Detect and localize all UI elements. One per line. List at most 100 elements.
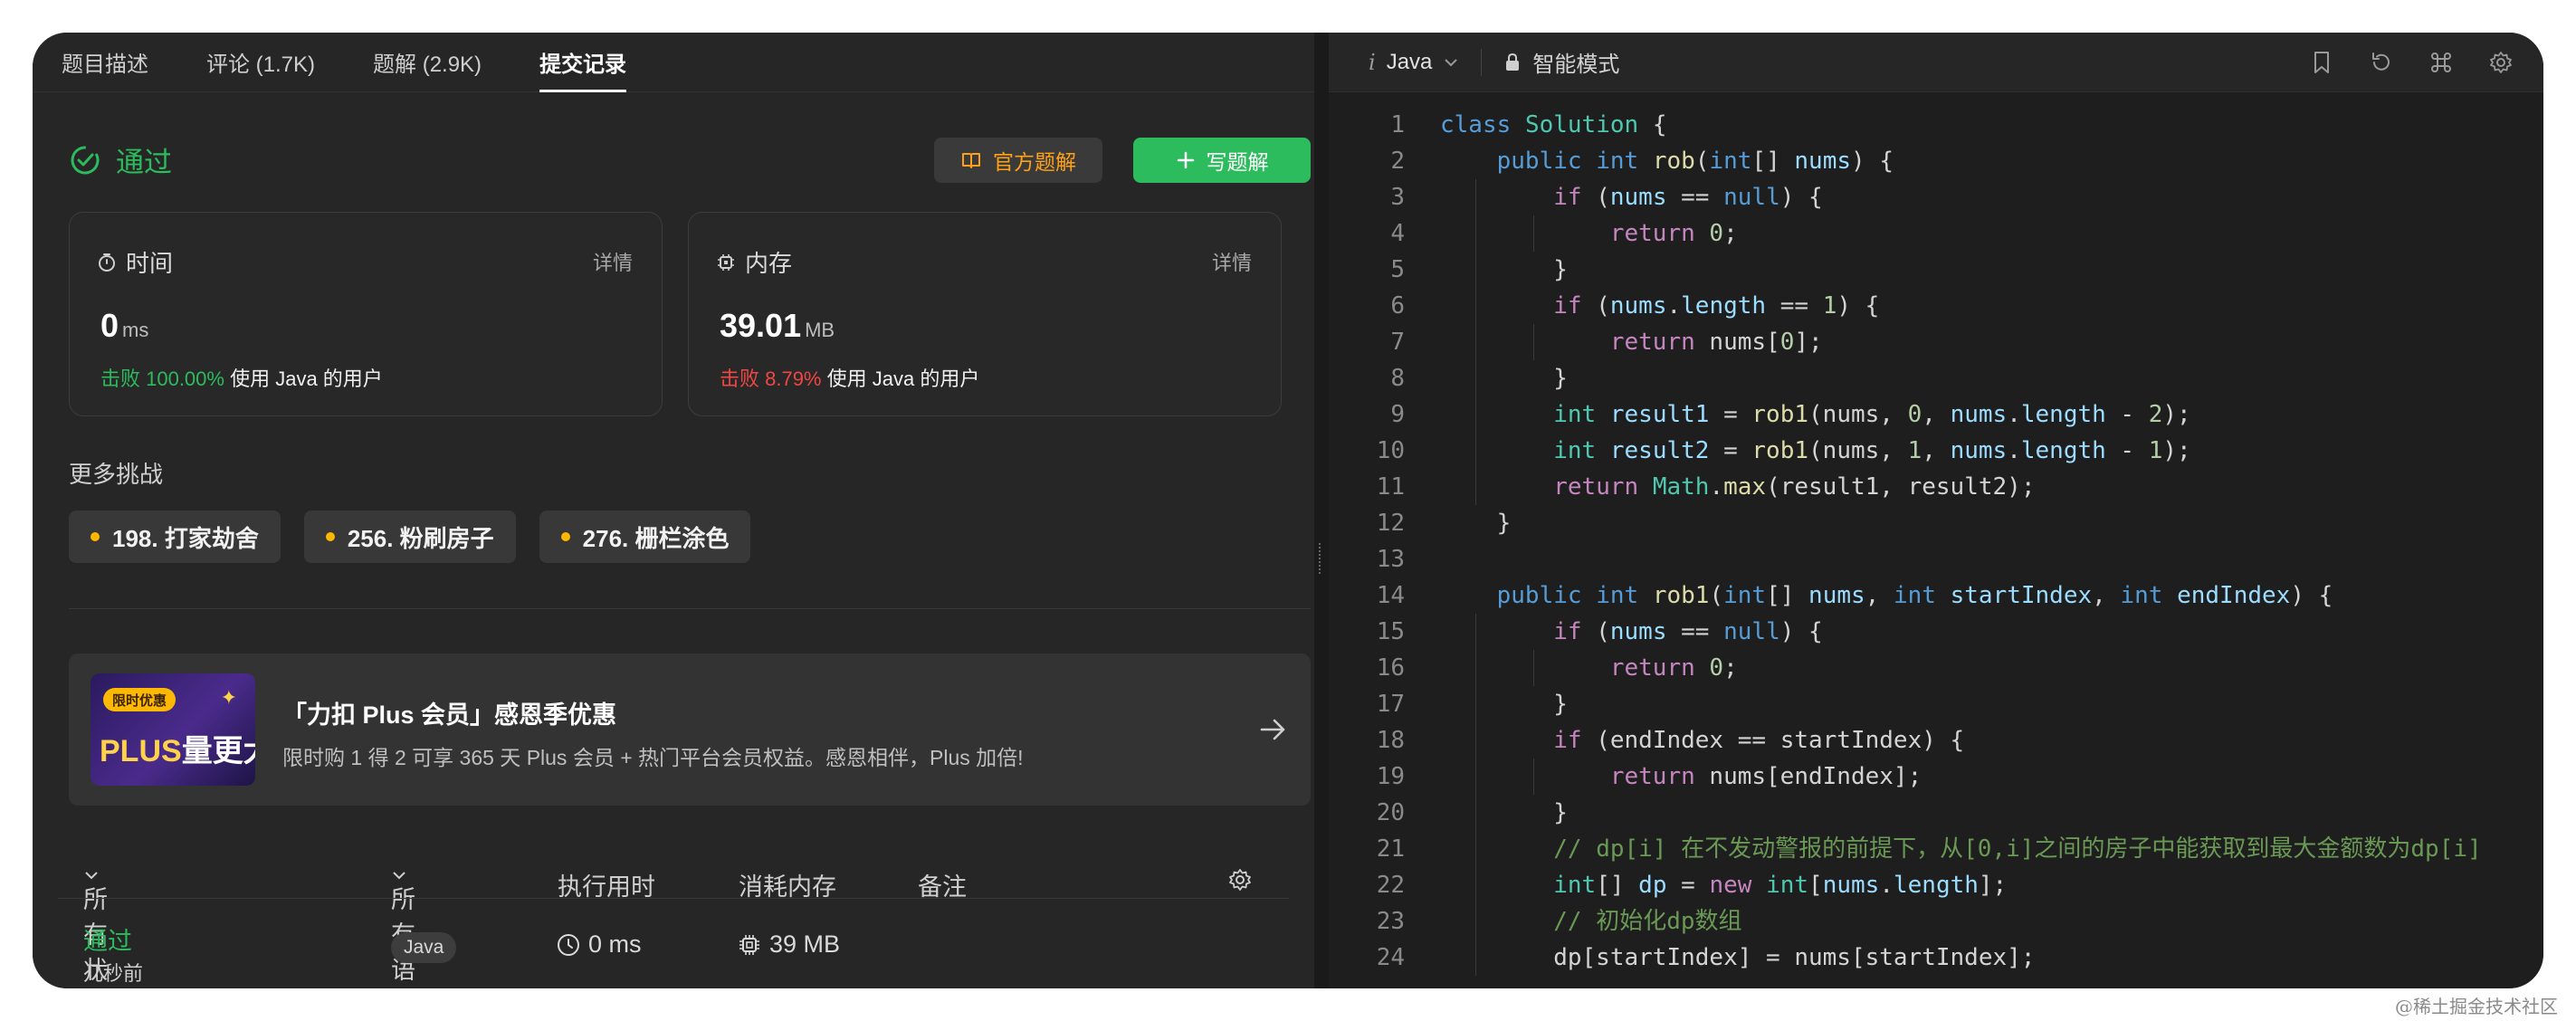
section-divider (69, 608, 1311, 609)
runtime-detail-link[interactable]: 详情 (593, 247, 633, 276)
promo-title: 「力扣 Plus 会员」感恩季优惠 (282, 701, 617, 729)
memory-card-header: 内存 (716, 245, 792, 279)
bookmark-icon[interactable] (2308, 49, 2335, 76)
challenge-chip[interactable]: 198. 打家劫舍 (69, 510, 281, 563)
runtime-card: 时间 详情 0 ms 击败 100.00% 使用 Java 的用户 (69, 212, 663, 416)
tab-comments[interactable]: 评论 (1.7K) (206, 33, 315, 92)
stopwatch-icon (99, 253, 115, 272)
row-status[interactable]: 通过 (83, 921, 132, 957)
challenge-chip-label: 256. 粉刷房子 (347, 524, 494, 552)
info-icon: i (1369, 49, 1376, 75)
language-filter[interactable]: 所有语言 (391, 867, 415, 984)
code-line: 15 if (nums == null) { (1329, 614, 2543, 650)
official-solution-label: 官方题解 (993, 150, 1076, 174)
code-line: 17 } (1329, 686, 2543, 722)
code-line: 1 class Solution { (1390, 111, 1667, 138)
row-runtime: 0 ms (556, 930, 642, 959)
smart-mode-toggle[interactable]: 智能模式 (1503, 46, 1619, 78)
table-header-divider (58, 898, 1289, 899)
plus-logo-word: PLUS (100, 734, 182, 768)
memory-detail-link[interactable]: 详情 (1212, 247, 1252, 276)
code-line: 11 return Math.max(result1, result2); (1329, 469, 2543, 505)
memory-unit: MB (805, 319, 835, 341)
language-selector[interactable]: i Java (1369, 50, 1459, 75)
result-status: 通过 (69, 139, 172, 180)
clock-icon (558, 933, 579, 956)
code-line: 16 return 0; (1329, 650, 2543, 686)
plus-icon (1177, 151, 1194, 169)
runtime-beat-percent: 击败 100.00% (100, 367, 224, 390)
drag-handle-icon[interactable] (1319, 543, 1322, 574)
write-solution-button[interactable]: 写题解 (1133, 138, 1311, 183)
runtime-card-title: 时间 (126, 250, 174, 277)
promo-subtitle: 限时购 1 得 2 可享 365 天 Plus 会员 + 热门平台会员权益。感恩… (282, 746, 1024, 769)
memory-value: 39.01 MB (720, 307, 835, 345)
write-solution-label: 写题解 (1206, 150, 1269, 174)
tab-solutions[interactable]: 题解 (2.9K) (373, 33, 482, 92)
memory-card-title: 内存 (745, 250, 793, 277)
settings-icon[interactable] (2487, 49, 2514, 76)
language-selector-label: Java (1386, 49, 1433, 74)
smart-mode-label: 智能模式 (1532, 52, 1620, 77)
row-memory: 39 MB (737, 930, 840, 959)
plus-promo-banner[interactable]: 限时优惠 ✦ PLUS量更大 「力扣 Plus 会员」感恩季优惠 限时购 1 得… (69, 654, 1311, 806)
toolbar-separator (1481, 48, 1483, 76)
promo-badge: 限时优惠 (103, 688, 177, 711)
code-line: 7 return nums[0]; (1329, 324, 2543, 360)
memory-card: 内存 详情 39.01 MB 击败 8.79% 使用 Java 的用户 (688, 212, 1282, 416)
editor-toolbar: i Java 智能模式 (1329, 33, 2543, 92)
memory-beat: 击败 8.79% 使用 Java 的用户 (720, 363, 979, 392)
code-line: 3 if (nums == null) { (1329, 179, 2543, 215)
runtime-value: 0 ms (100, 307, 148, 345)
submission-table-header: 所有状态 所有语言 执行用时 消耗内存 备注 (33, 854, 1314, 984)
code-line: 13 (1376, 546, 1405, 573)
code-line: 24 dp[startIndex] = nums[startIndex]; (1329, 940, 2543, 976)
code-area[interactable]: 1 class Solution { 2 public int rob(int[]… (1329, 107, 2543, 976)
code-line: 19 return nums[endIndex]; (1329, 759, 2543, 795)
sparkle-icon: ✦ (220, 686, 237, 709)
problem-tabs: 题目描述 评论 (1.7K) 题解 (2.9K) 提交记录 (33, 33, 1314, 92)
chevron-down-icon (1445, 58, 1458, 66)
status-filter[interactable]: 所有状态 (83, 867, 108, 984)
challenge-chip-label: 198. 打家劫舍 (112, 524, 259, 552)
runtime-unit: ms (122, 319, 149, 341)
difficulty-dot-icon (325, 532, 335, 541)
code-line: 9 int result1 = rob1(nums, 0, nums.lengt… (1329, 396, 2543, 433)
status-label: 通过 (116, 147, 172, 178)
tab-submissions[interactable]: 提交记录 (539, 33, 627, 92)
chip-icon (739, 934, 759, 955)
row-memory-value: 39 MB (769, 930, 841, 958)
table-settings-icon[interactable] (1227, 867, 1253, 892)
official-solution-button[interactable]: 官方题解 (934, 138, 1102, 183)
lock-icon (1506, 52, 1520, 71)
more-challenges-list: 198. 打家劫舍 256. 粉刷房子 276. 栅栏涂色 (69, 510, 751, 563)
arrow-right-icon[interactable] (1255, 711, 1291, 748)
panel-splitter[interactable] (1314, 33, 1329, 988)
reset-icon[interactable] (2368, 49, 2395, 76)
challenge-chip-label: 276. 栅栏涂色 (582, 524, 730, 552)
plus-logo-text: PLUS量更大 (100, 726, 255, 770)
difficulty-dot-icon (91, 532, 100, 541)
chip-icon (718, 253, 734, 271)
runtime-beat: 击败 100.00% 使用 Java 的用户 (100, 363, 383, 392)
challenge-chip[interactable]: 276. 栅栏涂色 (539, 510, 751, 563)
memory-number: 39.01 (720, 307, 802, 344)
code-line: 12 } (1376, 510, 1512, 537)
challenge-chip[interactable]: 256. 粉刷房子 (303, 510, 516, 563)
code-line: 4 return 0; (1329, 215, 2543, 252)
row-runtime-value: 0 ms (588, 930, 642, 958)
runtime-number: 0 (100, 307, 119, 344)
plus-promo-image: 限时优惠 ✦ PLUS量更大 (91, 673, 255, 786)
tab-description[interactable]: 题目描述 (62, 33, 148, 92)
runtime-beat-suffix: 使用 Java 的用户 (230, 367, 383, 390)
watermark: @稀土掘金技术社区 (2395, 996, 2558, 1017)
code-line: 10 int result2 = rob1(nums, 1, nums.leng… (1329, 433, 2543, 469)
code-line: 21 // dp[i] 在不发动警报的前提下，从[0,i]之间的房子中能获取到最… (1329, 831, 2543, 867)
table-row[interactable]: 通过 几秒前 Java 0 ms 39 MB (33, 911, 1314, 988)
code-line: 6 if (nums.length == 1) { (1329, 288, 2543, 324)
command-icon[interactable] (2428, 49, 2455, 76)
row-time-ago: 几秒前 (83, 962, 144, 985)
code-line: 20 } (1329, 795, 2543, 831)
row-language-badge: Java (391, 932, 457, 963)
code-line: 23 // 初始化dp数组 (1329, 903, 2543, 940)
